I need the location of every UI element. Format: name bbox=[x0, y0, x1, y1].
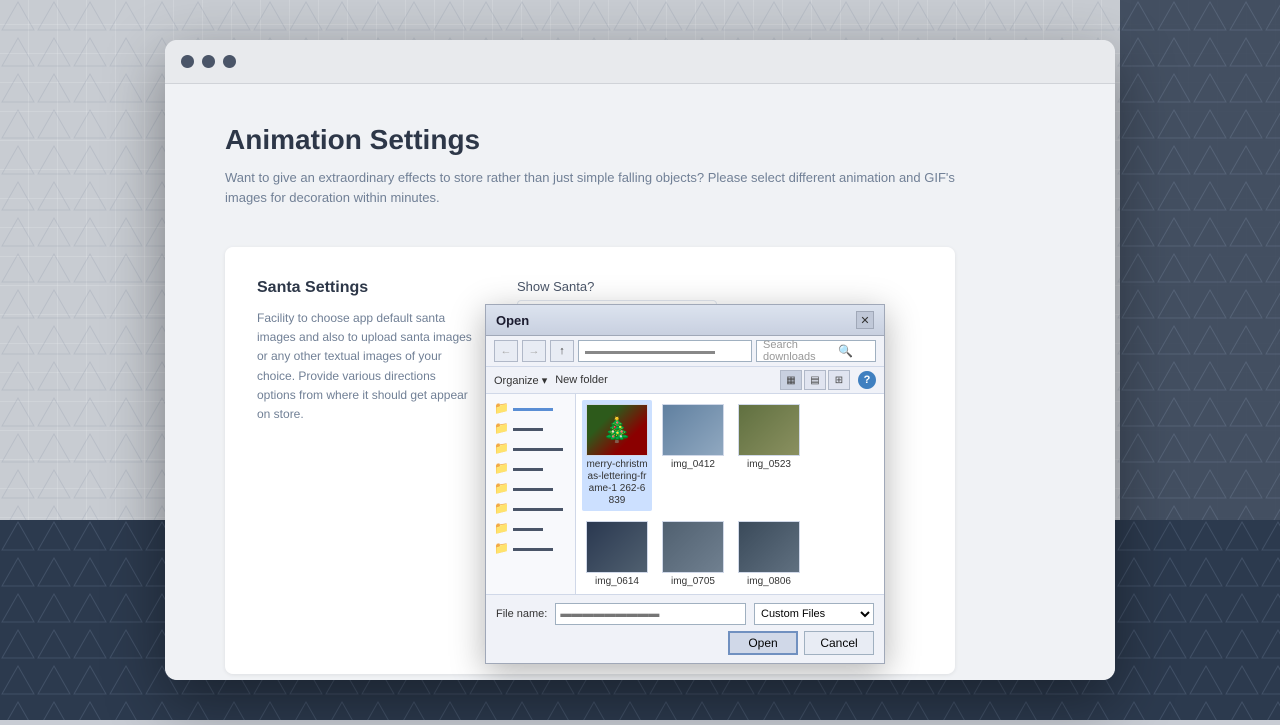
dialog-button-row: Open Cancel bbox=[496, 631, 874, 655]
organize-bar: Organize ▾ New folder ▦ ▤ ⊞ ? bbox=[486, 367, 884, 394]
folder-icon-2: 📁 bbox=[494, 421, 509, 435]
folder-icon-1: 📁 bbox=[494, 401, 509, 415]
file-item-outdoor[interactable]: img_0523 bbox=[734, 400, 804, 511]
christmas-icon: 🎄 bbox=[605, 418, 630, 443]
file-item-group[interactable]: img_0705 bbox=[658, 517, 728, 592]
file-item-car[interactable]: img_0412 bbox=[658, 400, 728, 511]
dialog-toolbar: ← → ↑ ▬▬▬▬▬▬▬▬▬▬▬▬▬ Search downloads 🔍 bbox=[486, 336, 884, 367]
folder-icon-3: 📁 bbox=[494, 441, 509, 455]
file-name-dark-car: img_0614 bbox=[595, 576, 639, 588]
filename-row: File name: Custom Files bbox=[496, 603, 874, 625]
sidebar-folder-4[interactable]: 📁 ▬▬▬ bbox=[486, 458, 575, 478]
organize-button[interactable]: Organize ▾ bbox=[494, 374, 547, 387]
file-name-car2: img_0806 bbox=[747, 576, 791, 588]
card-section-title: Santa Settings bbox=[257, 279, 477, 297]
folder-icon-7: 📁 bbox=[494, 521, 509, 535]
nav-back-button[interactable]: ← bbox=[494, 340, 518, 362]
traffic-light-close[interactable] bbox=[181, 55, 194, 68]
arrow-up-icon: ↑ bbox=[559, 345, 565, 357]
path-bar[interactable]: ▬▬▬▬▬▬▬▬▬▬▬▬▬ bbox=[578, 340, 752, 362]
sidebar-folder-7[interactable]: 📁 ▬▬▬ bbox=[486, 518, 575, 538]
search-icon: 🔍 bbox=[838, 344, 853, 358]
folder-icon-6: 📁 bbox=[494, 501, 509, 515]
search-box[interactable]: Search downloads 🔍 bbox=[756, 340, 876, 362]
file-thumb-group bbox=[662, 521, 724, 573]
folder-icon-8: 📁 bbox=[494, 541, 509, 555]
view-large-icons[interactable]: ▦ bbox=[780, 370, 802, 390]
arrow-right-icon: → bbox=[529, 345, 540, 357]
nav-forward-button[interactable]: → bbox=[522, 340, 546, 362]
path-text: ▬▬▬▬▬▬▬▬▬▬▬▬▬ bbox=[585, 346, 715, 357]
dialog-body: 📁 ▬▬▬▬ 📁 ▬▬▬ 📁 ▬▬▬▬▬ 📁 ▬▬▬ bbox=[486, 394, 884, 594]
help-button[interactable]: ? bbox=[858, 371, 876, 389]
file-item-christmas[interactable]: 🎄 merry-christmas-lettering-frame-1 262-… bbox=[582, 400, 652, 511]
filename-label: File name: bbox=[496, 608, 547, 620]
view-small-icons[interactable]: ▤ bbox=[804, 370, 826, 390]
sidebar-folder-3[interactable]: 📁 ▬▬▬▬▬ bbox=[486, 438, 575, 458]
sidebar-folder-8[interactable]: 📁 ▬▬▬▬ bbox=[486, 538, 575, 558]
file-open-dialog[interactable]: Open ✕ ← → ↑ ▬▬▬▬▬▬▬▬▬▬▬▬▬ Search downl bbox=[485, 304, 885, 664]
arrow-left-icon: ← bbox=[501, 345, 512, 357]
file-thumb-car bbox=[662, 404, 724, 456]
card-left-column: Santa Settings Facility to choose app de… bbox=[257, 279, 477, 424]
dialog-sidebar: 📁 ▬▬▬▬ 📁 ▬▬▬ 📁 ▬▬▬▬▬ 📁 ▬▬▬ bbox=[486, 394, 576, 594]
traffic-light-maximize[interactable] bbox=[223, 55, 236, 68]
traffic-light-minimize[interactable] bbox=[202, 55, 215, 68]
file-name-car: img_0412 bbox=[671, 459, 715, 471]
dialog-close-button[interactable]: ✕ bbox=[856, 311, 874, 329]
file-thumb-car2 bbox=[738, 521, 800, 573]
view-buttons: ▦ ▤ ⊞ bbox=[780, 370, 850, 390]
dialog-title: Open bbox=[496, 313, 529, 328]
dialog-open-button[interactable]: Open bbox=[728, 631, 798, 655]
nav-up-button[interactable]: ↑ bbox=[550, 340, 574, 362]
file-item-dark-car[interactable]: img_0614 bbox=[582, 517, 652, 592]
dialog-footer: File name: Custom Files Open Cancel bbox=[486, 594, 884, 663]
sidebar-folder-5[interactable]: 📁 ▬▬▬▬ bbox=[486, 478, 575, 498]
search-placeholder: Search downloads bbox=[763, 339, 834, 363]
page-subtitle: Want to give an extraordinary effects to… bbox=[225, 168, 955, 207]
card-section-desc: Facility to choose app default santa ima… bbox=[257, 309, 477, 424]
dialog-cancel-button[interactable]: Cancel bbox=[804, 631, 874, 655]
file-name-christmas: merry-christmas-lettering-frame-1 262-68… bbox=[586, 459, 648, 507]
sidebar-folder-2[interactable]: 📁 ▬▬▬ bbox=[486, 418, 575, 438]
file-thumb-outdoor bbox=[738, 404, 800, 456]
file-item-car2[interactable]: img_0806 bbox=[734, 517, 804, 592]
dialog-title-bar: Open ✕ bbox=[486, 305, 884, 336]
filetype-select[interactable]: Custom Files bbox=[754, 603, 874, 625]
file-thumb-christmas: 🎄 bbox=[586, 404, 648, 456]
file-name-outdoor: img_0523 bbox=[747, 459, 791, 471]
view-details[interactable]: ⊞ bbox=[828, 370, 850, 390]
filename-input[interactable] bbox=[555, 603, 746, 625]
sidebar-folder-1[interactable]: 📁 ▬▬▬▬ bbox=[486, 398, 575, 418]
sidebar-folder-6[interactable]: 📁 ▬▬▬▬▬ bbox=[486, 498, 575, 518]
show-santa-label: Show Santa? bbox=[517, 279, 923, 294]
page-title: Animation Settings bbox=[225, 124, 1055, 156]
file-grid: 🎄 merry-christmas-lettering-frame-1 262-… bbox=[576, 394, 884, 594]
main-window: Animation Settings Want to give an extra… bbox=[165, 40, 1115, 680]
title-bar bbox=[165, 40, 1115, 84]
folder-icon-4: 📁 bbox=[494, 461, 509, 475]
folder-icon-5: 📁 bbox=[494, 481, 509, 495]
new-folder-button[interactable]: New folder bbox=[555, 374, 608, 386]
file-name-group: img_0705 bbox=[671, 576, 715, 588]
file-thumb-dark-car bbox=[586, 521, 648, 573]
